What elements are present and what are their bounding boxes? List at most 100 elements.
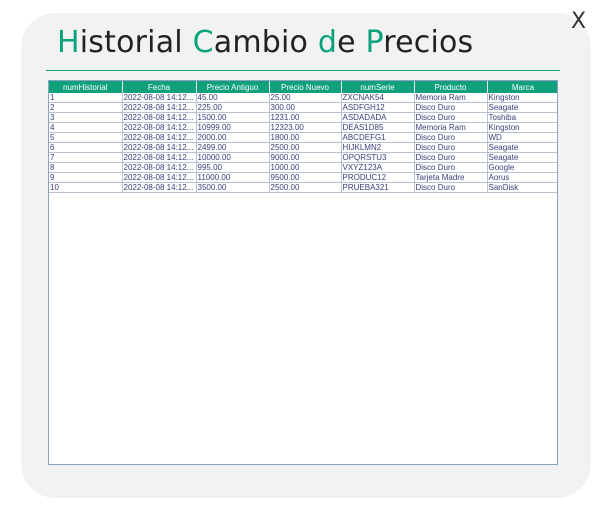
title-part: ambio (213, 25, 318, 60)
table-cell[interactable]: 10999.00 (196, 122, 270, 133)
table-row[interactable]: 2 2022-08-08 14:12... 225.00 300.00 ASDFGH12… (49, 102, 557, 113)
column-header-producto[interactable]: Producto (414, 81, 488, 93)
table-cell[interactable]: Seagate (487, 102, 557, 113)
table-cell[interactable]: 9 (49, 172, 123, 183)
table-cell[interactable]: 9000.00 (269, 152, 342, 163)
column-header-numhistorial[interactable]: numHistorial (49, 81, 123, 93)
table-cell[interactable]: 1000.00 (269, 162, 342, 173)
table-cell[interactable]: Memoria Ram (414, 93, 488, 103)
table-cell[interactable]: PRODUC12 (341, 172, 415, 183)
page-title: Historial Cambio de Precios (57, 25, 473, 60)
price-history-table[interactable]: numHistorial Fecha Precio Antiguo Precio… (49, 81, 557, 193)
table-cell[interactable]: 1500.00 (196, 112, 270, 123)
table-cell[interactable]: 11000.00 (196, 172, 270, 183)
table-row[interactable]: 10 2022-08-08 14:12... 3500.00 2500.00 PRUEB… (49, 182, 557, 193)
table-cell[interactable]: Disco Duro (414, 102, 488, 113)
table-cell[interactable]: 2022-08-08 14:12... (122, 122, 197, 133)
table-cell[interactable]: 2022-08-08 14:12... (122, 142, 197, 153)
table-cell[interactable]: Toshiba (487, 112, 557, 123)
table-cell[interactable]: Memoria Ram (414, 122, 488, 133)
table-cell[interactable]: 995.00 (196, 162, 270, 173)
table-cell[interactable]: 225.00 (196, 102, 270, 113)
table-cell[interactable]: 8 (49, 162, 123, 173)
table-cell[interactable]: 2022-08-08 14:12... (122, 93, 197, 103)
table-cell[interactable]: Disco Duro (414, 142, 488, 153)
table-row[interactable]: 3 2022-08-08 14:12... 1500.00 1231.00 ASDADA… (49, 112, 557, 123)
table-row[interactable]: 8 2022-08-08 14:12... 995.00 1000.00 VXYZ123… (49, 162, 557, 173)
table-cell[interactable]: Kingston (487, 93, 557, 103)
table-cell[interactable]: 2022-08-08 14:12... (122, 102, 197, 113)
table-cell[interactable]: 10 (49, 182, 123, 193)
table-cell[interactable]: ABCDEFG1 (341, 132, 415, 143)
table-cell[interactable]: 2022-08-08 14:12... (122, 172, 197, 183)
table-cell[interactable]: Seagate (487, 142, 557, 153)
table-cell[interactable]: VXYZ123A (341, 162, 415, 173)
table-cell[interactable]: Google (487, 162, 557, 173)
table-cell[interactable]: Disco Duro (414, 112, 488, 123)
table-cell[interactable]: ASDFGH12 (341, 102, 415, 113)
table-cell[interactable]: 2500.00 (269, 182, 342, 193)
table-row[interactable]: 1 2022-08-08 14:12... 45.00 25.00 ZXCNAK54 Me… (49, 93, 557, 103)
table-cell[interactable]: 2500.00 (269, 142, 342, 153)
table-cell[interactable]: PRUEBA321 (341, 182, 415, 193)
table-cell[interactable]: 4 (49, 122, 123, 133)
column-header-precio-antiguo[interactable]: Precio Antiguo (196, 81, 270, 93)
title-part: d (317, 25, 338, 60)
table-cell[interactable]: 45.00 (196, 93, 270, 103)
table-cell[interactable]: 2022-08-08 14:12... (122, 152, 197, 163)
title-part: H (57, 25, 80, 60)
table-cell[interactable]: 25.00 (269, 93, 342, 103)
table-cell[interactable]: HIJKLMN2 (341, 142, 415, 153)
table-cell[interactable]: 2499.00 (196, 142, 270, 153)
table-cell[interactable]: 5 (49, 132, 123, 143)
table-row[interactable]: 6 2022-08-08 14:12... 2499.00 2500.00 HIJKLM… (49, 142, 557, 153)
table-cell[interactable]: 3500.00 (196, 182, 270, 193)
table-cell[interactable]: 10000.00 (196, 152, 270, 163)
table-cell[interactable]: ASDADADA (341, 112, 415, 123)
table-row[interactable]: 4 2022-08-08 14:12... 10999.00 12323.00 DEAS… (49, 122, 557, 133)
title-part: e (337, 25, 366, 60)
title-part: P (365, 25, 384, 60)
column-header-marca[interactable]: Marca (487, 81, 557, 93)
table-cell[interactable]: Aorus (487, 172, 557, 183)
title-part: istorial (79, 25, 193, 60)
title-part: recios (383, 25, 474, 60)
table-cell[interactable]: Disco Duro (414, 182, 488, 193)
table-row[interactable]: 5 2022-08-08 14:12... 2000.00 1800.00 ABCDEF… (49, 132, 557, 143)
table-body: 1 2022-08-08 14:12... 45.00 25.00 ZXCNAK54 Me… (49, 93, 557, 193)
table-cell[interactable]: 2022-08-08 14:12... (122, 162, 197, 173)
table-cell[interactable]: 7 (49, 152, 123, 163)
table-cell[interactable]: OPQRSTU3 (341, 152, 415, 163)
table-cell[interactable]: 1231.00 (269, 112, 342, 123)
table-row[interactable]: 9 2022-08-08 14:12... 11000.00 9500.00 PRODU… (49, 172, 557, 183)
table-cell[interactable]: Kingston (487, 122, 557, 133)
table-cell[interactable]: 2022-08-08 14:12... (122, 182, 197, 193)
table-cell[interactable]: 2022-08-08 14:12... (122, 132, 197, 143)
table-cell[interactable]: SanDisk (487, 182, 557, 193)
table-cell[interactable]: DEAS1D85 (341, 122, 415, 133)
table-row[interactable]: 7 2022-08-08 14:12... 10000.00 9000.00 OPQRS… (49, 152, 557, 163)
table-cell[interactable]: 2000.00 (196, 132, 270, 143)
table-cell[interactable]: 1800.00 (269, 132, 342, 143)
table-cell[interactable]: 300.00 (269, 102, 342, 113)
table-cell[interactable]: 9500.00 (269, 172, 342, 183)
table-cell[interactable]: ZXCNAK54 (341, 93, 415, 103)
table-cell[interactable]: 2 (49, 102, 123, 113)
table-cell[interactable]: Disco Duro (414, 162, 488, 173)
table-header: numHistorial Fecha Precio Antiguo Precio… (49, 81, 557, 93)
history-table-container[interactable]: numHistorial Fecha Precio Antiguo Precio… (48, 80, 558, 465)
table-cell[interactable]: 1 (49, 93, 123, 103)
column-header-fecha[interactable]: Fecha (122, 81, 197, 93)
close-button[interactable]: X (571, 11, 586, 33)
table-cell[interactable]: Disco Duro (414, 152, 488, 163)
table-cell[interactable]: Seagate (487, 152, 557, 163)
table-cell[interactable]: 2022-08-08 14:12... (122, 112, 197, 123)
table-cell[interactable]: 6 (49, 142, 123, 153)
table-cell[interactable]: 12323.00 (269, 122, 342, 133)
table-cell[interactable]: Tarjeta Madre (414, 172, 488, 183)
column-header-numserie[interactable]: numSerie (341, 81, 415, 93)
table-cell[interactable]: 3 (49, 112, 123, 123)
table-cell[interactable]: Disco Duro (414, 132, 488, 143)
table-cell[interactable]: WD (487, 132, 557, 143)
column-header-precio-nuevo[interactable]: Precio Nuevo (269, 81, 342, 93)
